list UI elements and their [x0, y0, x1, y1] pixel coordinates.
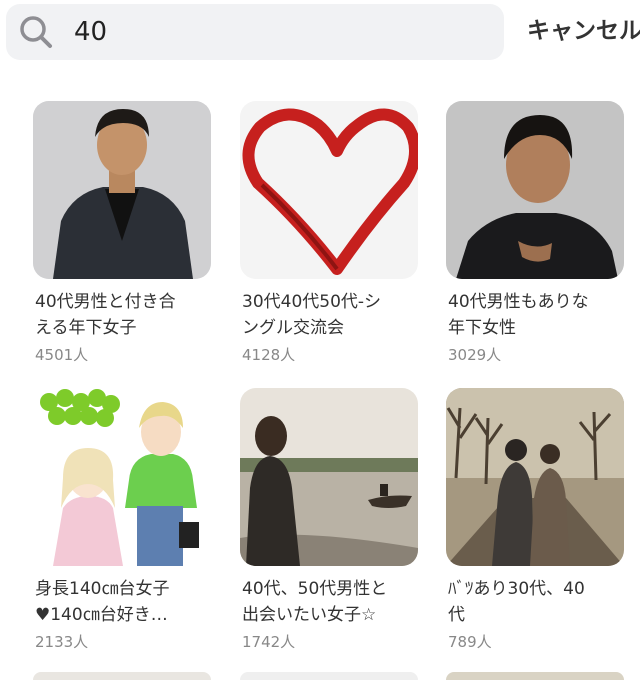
community-thumbnail [240, 101, 418, 279]
community-thumbnail-partial [240, 672, 418, 680]
community-thumbnail-partial [446, 672, 624, 680]
community-title: 40代、50代男性と 出会いたい女子☆ [242, 579, 388, 625]
member-count: 3029人 [448, 346, 502, 364]
member-count: 789人 [448, 633, 492, 651]
community-title: ﾊﾞﾂあり30代、40 代 [448, 579, 585, 625]
member-count: 4128人 [242, 346, 296, 364]
community-thumbnail [446, 388, 624, 566]
community-thumbnail [33, 101, 211, 279]
community-title: 30代40代50代-シ ングル交流会 [242, 292, 382, 338]
community-title: 40代男性もありな 年下女性 [448, 292, 589, 338]
community-title: 40代男性と付き合 える年下女子 [35, 292, 176, 338]
member-count: 1742人 [242, 633, 296, 651]
community-thumbnail [446, 101, 624, 279]
community-thumbnail [240, 388, 418, 566]
results-grid: 40代男性と付き合 える年下女子 4501人 30代40代50代-シ ングル交流会 … [0, 0, 640, 680]
member-count: 4501人 [35, 346, 89, 364]
community-thumbnail [33, 388, 211, 566]
member-count: 2133人 [35, 633, 89, 651]
community-title: 身長140㎝台女子 ♥140㎝台好き… [35, 579, 170, 625]
community-thumbnail-partial [33, 672, 211, 680]
